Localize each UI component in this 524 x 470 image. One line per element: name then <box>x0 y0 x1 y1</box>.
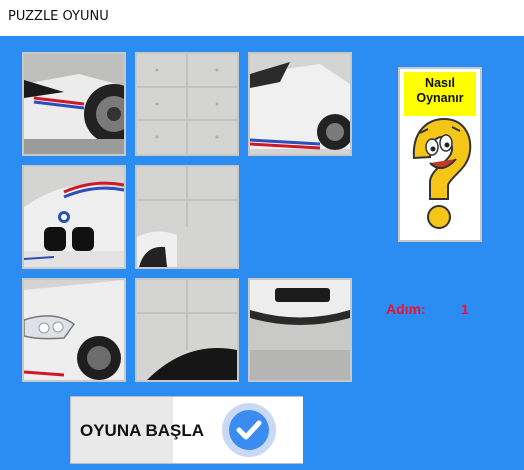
steps-count: 1 <box>461 301 469 317</box>
steps-label: Adım: <box>386 301 426 317</box>
puzzle-tile-5[interactable] <box>135 165 239 269</box>
help-line-2: Oynanır <box>416 91 464 105</box>
question-mark-character-icon <box>412 117 472 229</box>
puzzle-tile-3[interactable] <box>248 52 352 156</box>
window-title: PUZZLE OYUNU <box>8 9 109 24</box>
puzzle-tile-4[interactable] <box>22 165 126 269</box>
puzzle-tile-8[interactable] <box>135 278 239 382</box>
puzzle-tile-7[interactable] <box>22 278 126 382</box>
puzzle-tile-6-empty[interactable] <box>248 165 352 269</box>
title-bar: PUZZLE OYUNU <box>0 0 524 36</box>
checkmark-circle-icon <box>222 403 276 457</box>
start-game-button[interactable]: OYUNA BAŞLA <box>70 396 303 464</box>
help-line-1: Nasıl <box>425 76 455 90</box>
how-to-play-button[interactable]: Nasıl Oynanır <box>398 67 482 242</box>
puzzle-tile-2[interactable] <box>135 52 239 156</box>
start-game-label: OYUNA BAŞLA <box>80 421 205 440</box>
puzzle-tile-9[interactable] <box>248 278 352 382</box>
how-to-play-banner: Nasıl Oynanır <box>404 72 476 116</box>
puzzle-tile-1[interactable] <box>22 52 126 156</box>
